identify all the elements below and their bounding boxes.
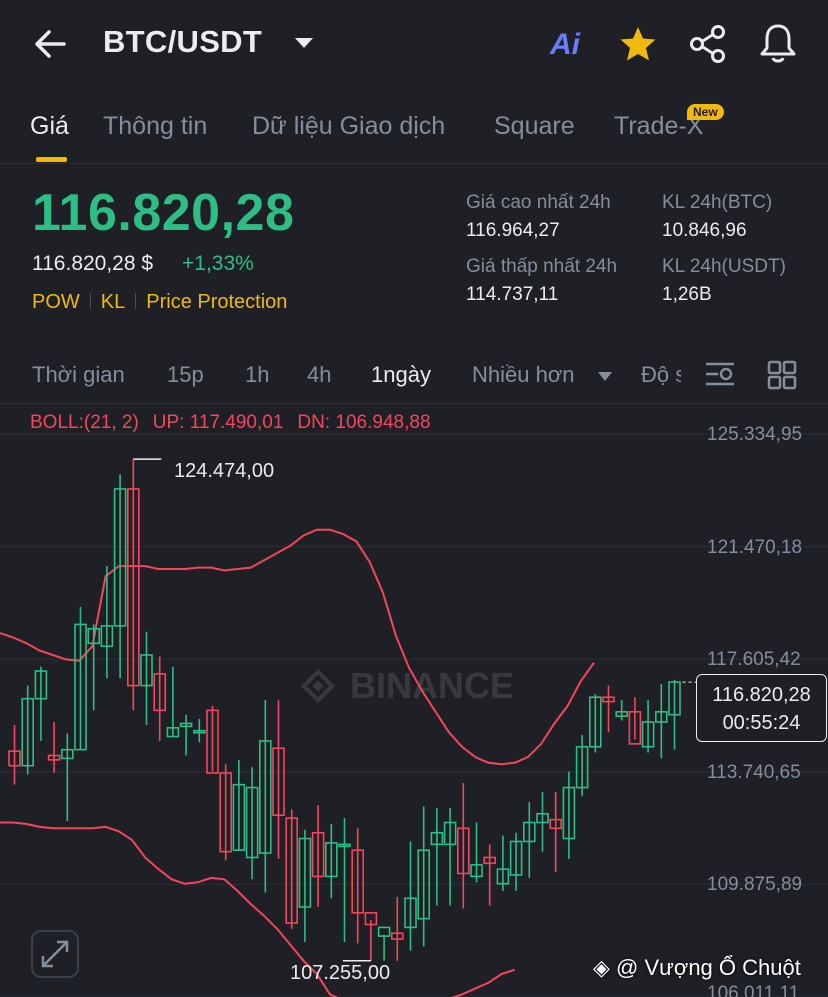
low-annotation: 107.255,00 — [290, 962, 391, 984]
ai-assistant-button[interactable]: Ai — [550, 28, 580, 62]
layout-grid-icon[interactable] — [767, 360, 797, 390]
high-24h-label: Giá cao nhất 24h — [466, 192, 611, 213]
credit-watermark: ◈ @ Vượng Ổ Chuột — [593, 955, 801, 981]
star-icon[interactable] — [618, 24, 658, 64]
interval-time[interactable]: Thời gian — [32, 362, 125, 388]
interval-15m[interactable]: 15p — [167, 362, 204, 388]
tab-price[interactable]: Giá — [30, 112, 69, 141]
boll-upper: UP: 117.490,01 — [152, 412, 284, 433]
arrow-left-icon[interactable] — [30, 26, 70, 62]
asset-tags: POW KL Price Protection — [32, 291, 287, 314]
candle-countdown: 00:55:24 — [722, 712, 801, 734]
tab-info[interactable]: Thông tin — [103, 112, 207, 141]
tab-trading-data[interactable]: Dữ liệu Giao dịch — [252, 112, 445, 141]
interval-1h[interactable]: 1h — [245, 362, 269, 388]
price-change-percent: +1,33% — [182, 252, 254, 275]
watermark-brand: BINANCE — [350, 665, 514, 706]
binance-watermark: BINANCE — [301, 665, 514, 706]
interval-1d[interactable]: 1ngày — [371, 362, 431, 388]
new-badge: New — [687, 104, 724, 120]
caret-down-icon[interactable] — [598, 372, 612, 381]
price-axis-label: 109.875,89 — [707, 874, 803, 895]
indicator-settings-icon[interactable] — [704, 360, 736, 388]
bell-icon[interactable] — [757, 22, 799, 64]
caret-down-icon[interactable] — [293, 36, 315, 50]
tag-pow[interactable]: POW — [32, 291, 80, 313]
boll-upper-band — [0, 528, 595, 766]
price-axis-label: 125.334,95 — [707, 424, 803, 445]
bollinger-bands — [0, 528, 595, 997]
tag-price-protection[interactable]: Price Protection — [146, 291, 287, 313]
high-annotation: 124.474,00 — [174, 460, 275, 482]
fullscreen-button[interactable] — [31, 930, 79, 978]
interval-depth[interactable]: Độ sâu — [641, 362, 681, 388]
current-price-tag: 116.820,28 00:55:24 — [696, 674, 827, 742]
price-axis-label: 121.470,18 — [707, 537, 803, 558]
binance-logo-icon: ◈ — [593, 955, 610, 980]
low-24h-value: 114.737,11 — [466, 284, 559, 305]
vol-btc-value: 10.846,96 — [662, 220, 747, 241]
share-icon[interactable] — [688, 24, 728, 64]
vol-usdt-value: 1,26B — [662, 284, 712, 305]
trading-pair-title[interactable]: BTC/USDT — [103, 24, 262, 60]
boll-params: BOLL:(21, 2) — [30, 412, 139, 433]
price-usd: 116.820,28 $ — [32, 252, 154, 275]
boll-lower: DN: 106.948,88 — [297, 412, 431, 433]
low-24h-label: Giá thấp nhất 24h — [466, 256, 618, 277]
price-axis-label: 113.740,65 — [707, 762, 801, 783]
price-axis-label: 117.605,42 — [707, 649, 801, 670]
current-price: 116.820,28 — [712, 684, 811, 706]
expand-icon — [41, 940, 69, 968]
interval-4h[interactable]: 4h — [307, 362, 331, 388]
tag-kl[interactable]: KL — [101, 291, 125, 313]
vol-btc-label: KL 24h(BTC) — [662, 192, 773, 213]
top-bar: BTC/USDT Ai — [0, 0, 828, 90]
interval-more[interactable]: Nhiều hơn — [472, 362, 575, 388]
price-axis-label: 106.011,11 — [707, 983, 800, 997]
active-tab-indicator — [36, 157, 67, 162]
high-24h-value: 116.964,27 — [466, 220, 560, 241]
credit-text: @ Vượng Ổ Chuột — [616, 955, 801, 980]
boll-indicator-legend: BOLL:(21, 2) UP: 117.490,01 DN: 106.948,88 — [30, 412, 445, 434]
last-price: 116.820,28 — [32, 184, 295, 242]
tab-square[interactable]: Square — [494, 112, 575, 141]
vol-usdt-label: KL 24h(USDT) — [662, 256, 786, 277]
